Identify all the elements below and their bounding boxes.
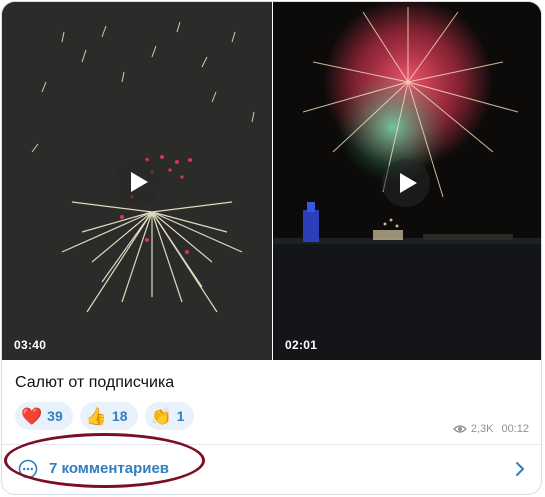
post-caption: Салют от подписчика <box>15 374 175 391</box>
video-thumbnail-2[interactable]: 02:01 <box>273 2 541 360</box>
eye-icon <box>452 425 467 433</box>
video-thumbnail-1[interactable]: 03:40 <box>2 2 272 360</box>
reaction-thumbs-up[interactable]: 👍 18 <box>79 402 138 430</box>
reaction-count: 39 <box>47 408 63 424</box>
video-album: 03:40 02:01 <box>2 2 541 360</box>
post-time: 00:12 <box>501 423 529 435</box>
video-duration: 03:40 <box>14 338 47 352</box>
comments-button[interactable]: 7 комментариев <box>2 445 541 493</box>
play-button[interactable] <box>382 159 430 207</box>
video-duration: 02:01 <box>285 338 318 352</box>
reaction-count: 1 <box>176 408 185 424</box>
play-button[interactable] <box>113 158 161 206</box>
post-meta: 2,3K 00:12 <box>452 423 529 435</box>
comment-bubble-icon <box>18 459 38 479</box>
post-card: 03:40 02:01 Салют от подписчика ❤️ 39 👍 … <box>1 1 542 495</box>
view-count: 2,3K <box>470 423 494 435</box>
reaction-heart[interactable]: ❤️ 39 <box>15 402 73 430</box>
heart-icon: ❤️ <box>21 406 43 426</box>
clap-icon: 👏 <box>150 406 172 426</box>
thumbs-up-icon: 👍 <box>85 406 107 426</box>
reaction-clap[interactable]: 👏 1 <box>144 402 195 430</box>
chevron-right-icon <box>516 462 524 476</box>
comments-label: 7 комментариев <box>49 460 170 477</box>
reaction-count: 18 <box>111 408 128 424</box>
reactions-bar: ❤️ 39 👍 18 👏 1 <box>15 402 195 430</box>
play-icon <box>400 173 417 193</box>
play-icon <box>131 172 148 192</box>
